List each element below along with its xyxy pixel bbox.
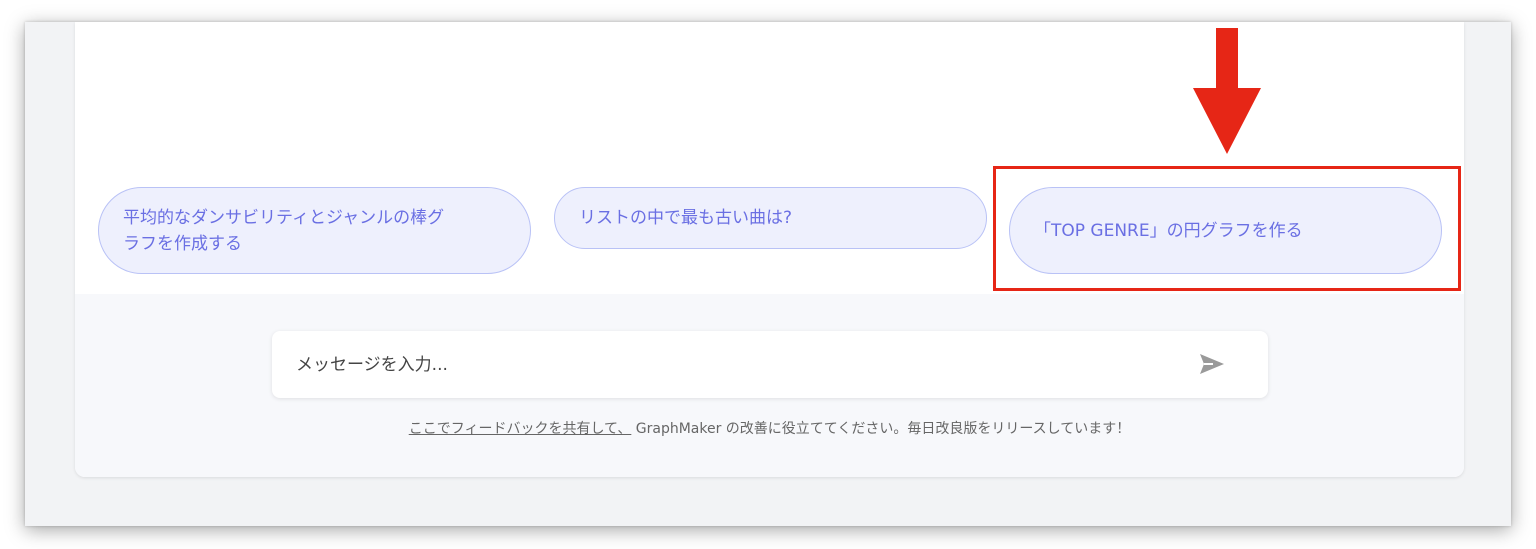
footer-text: GraphMaker の改善に役立ててください。毎日改良版をリリースしています！	[631, 421, 1131, 437]
suggestion-chip-label: リストの中で最も古い曲は?	[579, 208, 793, 228]
message-composer	[272, 331, 1268, 398]
feedback-footer: ここでフィードバックを共有して、 GraphMaker の改善に役立ててください…	[75, 418, 1464, 438]
send-icon	[1200, 354, 1224, 374]
arrow-down-icon	[1193, 28, 1261, 154]
feedback-link[interactable]: ここでフィードバックを共有して、	[409, 421, 632, 437]
send-button[interactable]	[1196, 350, 1228, 378]
annotation-highlight-box	[993, 166, 1461, 291]
suggestion-chip-bar-chart[interactable]: 平均的なダンサビリティとジャンルの棒グラフを作成する	[98, 187, 531, 274]
message-input[interactable]	[272, 331, 1172, 398]
suggestion-chip-label: 平均的なダンサビリティとジャンルの棒グラフを作成する	[123, 207, 445, 254]
suggestion-chip-oldest-song[interactable]: リストの中で最も古い曲は?	[554, 187, 987, 249]
